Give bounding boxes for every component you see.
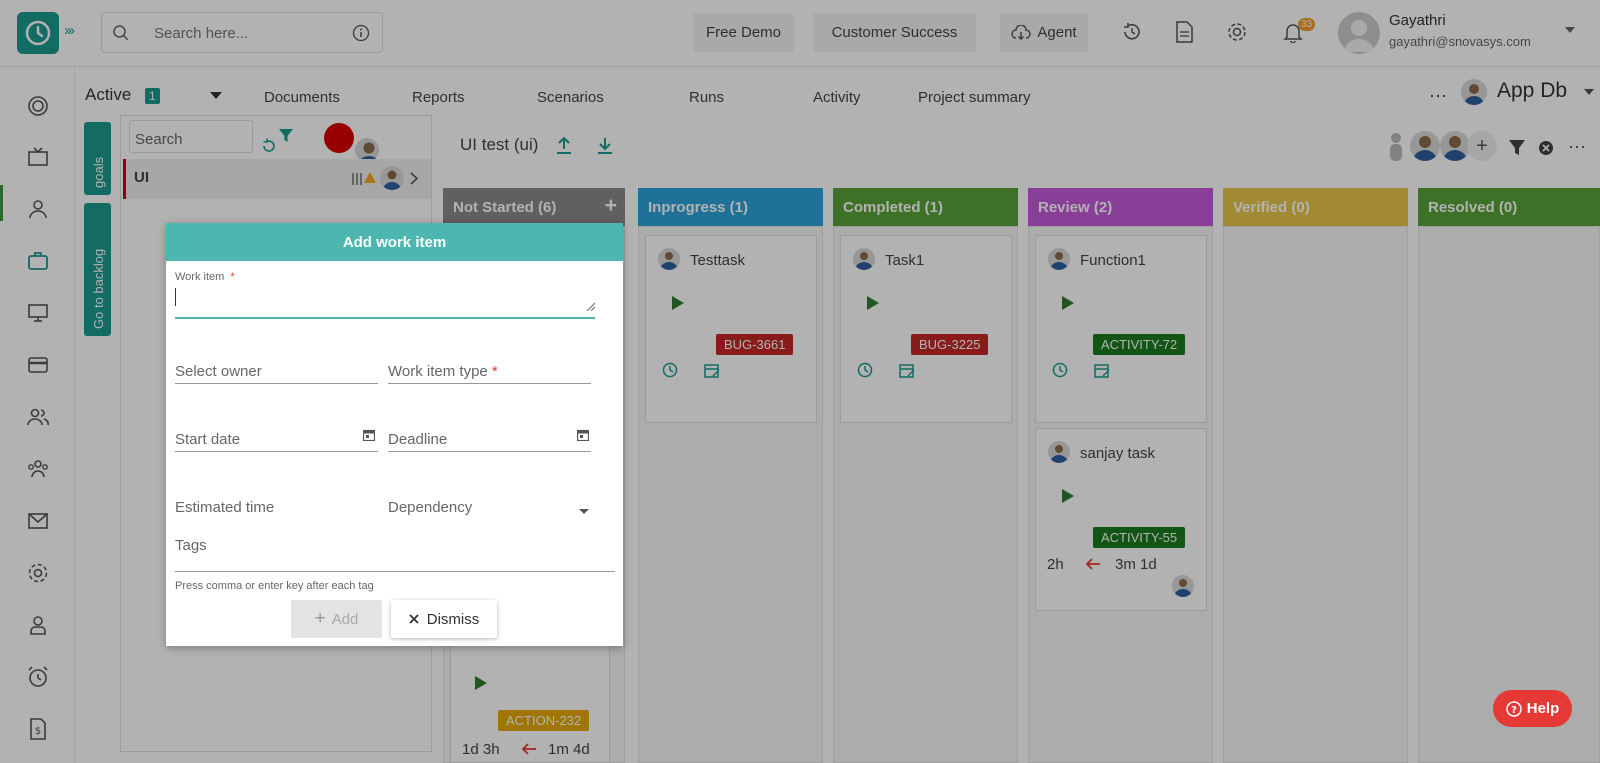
- help-label: Help: [1526, 700, 1560, 717]
- resize-handle-icon[interactable]: [586, 302, 595, 311]
- work-item-textarea[interactable]: [175, 285, 595, 315]
- dismiss-button-label: Dismiss: [426, 610, 480, 628]
- deadline-field[interactable]: Deadline: [388, 431, 447, 448]
- select-owner-underline: [175, 383, 378, 384]
- work-item-type-field[interactable]: Work item type *: [388, 363, 498, 380]
- dependency-select[interactable]: Dependency: [388, 499, 472, 516]
- work-item-underline: [175, 317, 595, 319]
- calendar-icon[interactable]: [363, 429, 375, 441]
- add-button[interactable]: + Add: [291, 600, 382, 638]
- estimated-time-field[interactable]: Estimated time: [175, 499, 274, 516]
- deadline-underline: [388, 451, 591, 452]
- start-date-underline: [175, 451, 378, 452]
- dependency-caret-icon[interactable]: [579, 509, 589, 514]
- work-item-label: Work item *: [175, 271, 235, 283]
- start-date-field[interactable]: Start date: [175, 431, 240, 448]
- work-item-type-underline: [388, 383, 591, 384]
- plus-icon: +: [314, 608, 326, 629]
- dialog-title: Add work item: [166, 223, 623, 261]
- close-icon: [409, 614, 419, 624]
- tags-field[interactable]: Tags: [175, 537, 207, 554]
- dismiss-button[interactable]: Dismiss: [391, 600, 497, 638]
- tags-underline: [175, 571, 615, 572]
- tags-hint: Press comma or enter key after each tag: [175, 580, 374, 592]
- select-owner-field[interactable]: Select owner: [175, 363, 262, 380]
- add-button-label: Add: [331, 610, 359, 628]
- svg-text:?: ?: [1511, 705, 1517, 716]
- help-button[interactable]: ? Help: [1493, 690, 1572, 727]
- help-question-icon: ?: [1505, 700, 1522, 717]
- add-work-item-dialog: Add work item Work item * Select owner W…: [166, 223, 623, 646]
- calendar-icon[interactable]: [577, 429, 589, 441]
